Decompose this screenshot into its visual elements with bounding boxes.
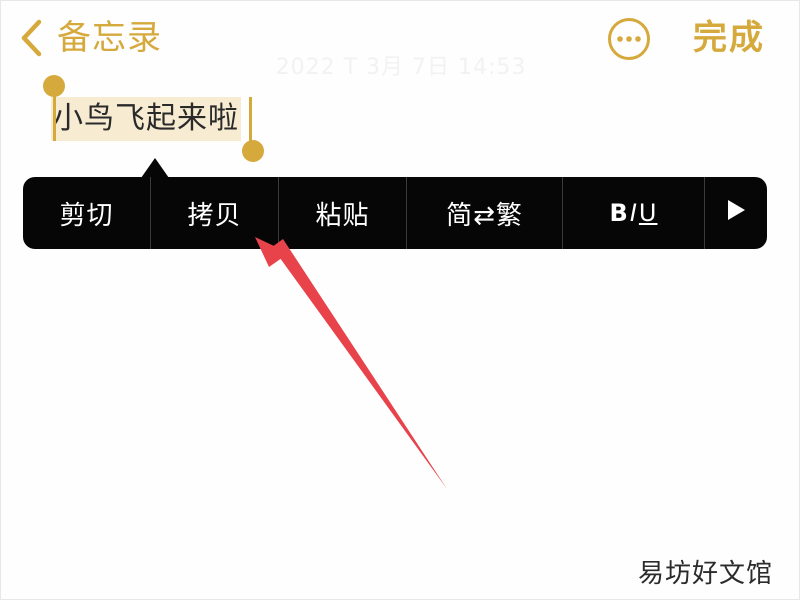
cut-menu-item[interactable]: 剪切 bbox=[23, 177, 151, 249]
format-italic-label: I bbox=[629, 199, 638, 227]
annotation-arrow bbox=[255, 237, 447, 489]
selection-start-bar bbox=[53, 91, 56, 141]
watermark: 易坊好文馆 bbox=[637, 559, 773, 589]
paste-menu-item[interactable]: 粘贴 bbox=[279, 177, 407, 249]
convert-chinese-menu-item[interactable]: 简⇄繁 bbox=[407, 177, 563, 249]
selection-start-handle[interactable] bbox=[43, 75, 65, 97]
bold-italic-underline-icon: B I U bbox=[610, 199, 658, 227]
format-menu-item[interactable]: B I U bbox=[563, 177, 705, 249]
note-body[interactable]: 小鸟飞起来啦 bbox=[51, 97, 241, 141]
note-date: 2022 T 3月 7日 14:53 bbox=[275, 55, 527, 80]
copy-menu-item[interactable]: 拷贝 bbox=[151, 177, 279, 249]
selected-text[interactable]: 小鸟飞起来啦 bbox=[51, 97, 241, 141]
format-underline-label: U bbox=[638, 199, 658, 227]
notes-screen: 备忘录 完成 2022 T 3月 7日 14:53 小鸟飞起来啦 剪切 拷贝 粘… bbox=[0, 0, 800, 600]
menu-next-button[interactable] bbox=[705, 177, 767, 249]
selection-end-handle[interactable] bbox=[242, 140, 264, 162]
play-triangle-icon bbox=[726, 198, 746, 228]
edit-menu: 剪切 拷贝 粘贴 简⇄繁 B I U bbox=[23, 177, 767, 249]
menu-pointer bbox=[141, 158, 169, 178]
format-bold-label: B bbox=[609, 199, 629, 227]
